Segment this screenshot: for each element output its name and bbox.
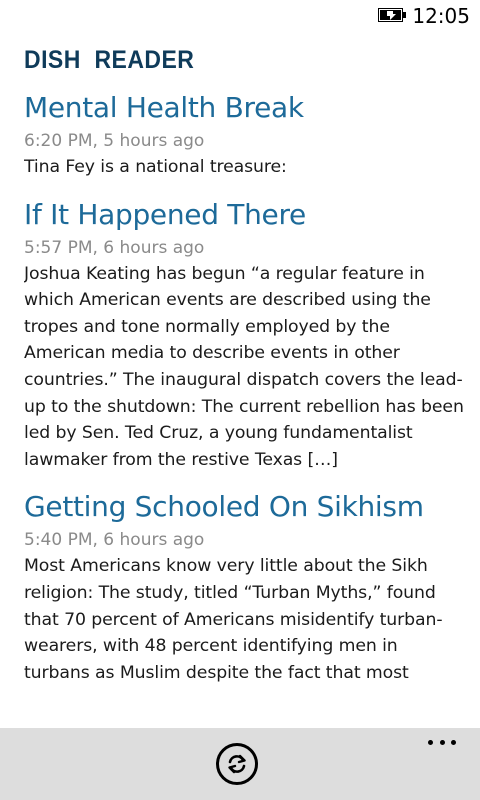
article-title[interactable]: If It Happened There: [24, 195, 464, 235]
more-dots-icon[interactable]: [428, 736, 456, 748]
refresh-button[interactable]: [216, 743, 258, 785]
dot: [439, 739, 445, 745]
article-item[interactable]: Mental Health Break 6:20 PM, 5 hours ago…: [24, 88, 464, 181]
refresh-icon: [228, 754, 246, 774]
app-bar: [0, 728, 480, 800]
article-timestamp: 5:40 PM, 6 hours ago: [24, 530, 205, 551]
article-summary: Most Americans know very little about th…: [24, 556, 443, 683]
article-summary: Tina Fey is a national treasure:: [24, 157, 287, 177]
status-bar: 12:05: [0, 0, 480, 32]
dot: [428, 739, 433, 745]
article-list: Mental Health Break 6:20 PM, 5 hours ago…: [24, 88, 464, 728]
battery-charging-icon: [378, 8, 406, 22]
article-summary: Joshua Keating has begun “a regular feat…: [24, 263, 464, 470]
article-timestamp: 6:20 PM, 5 hours ago: [24, 131, 205, 151]
status-clock: 12:05: [412, 4, 470, 28]
article-title[interactable]: Getting Schooled On Sikhism: [24, 487, 464, 527]
article-item[interactable]: If It Happened There 5:57 PM, 6 hours ag…: [24, 195, 464, 474]
article-item[interactable]: Getting Schooled On Sikhism 5:40 PM, 6 h…: [24, 487, 464, 686]
article-timestamp: 5:57 PM, 6 hours ago: [24, 237, 205, 258]
article-title[interactable]: Mental Health Break: [24, 88, 464, 128]
app-title: DISH READER: [24, 46, 195, 74]
dot: [451, 739, 456, 745]
